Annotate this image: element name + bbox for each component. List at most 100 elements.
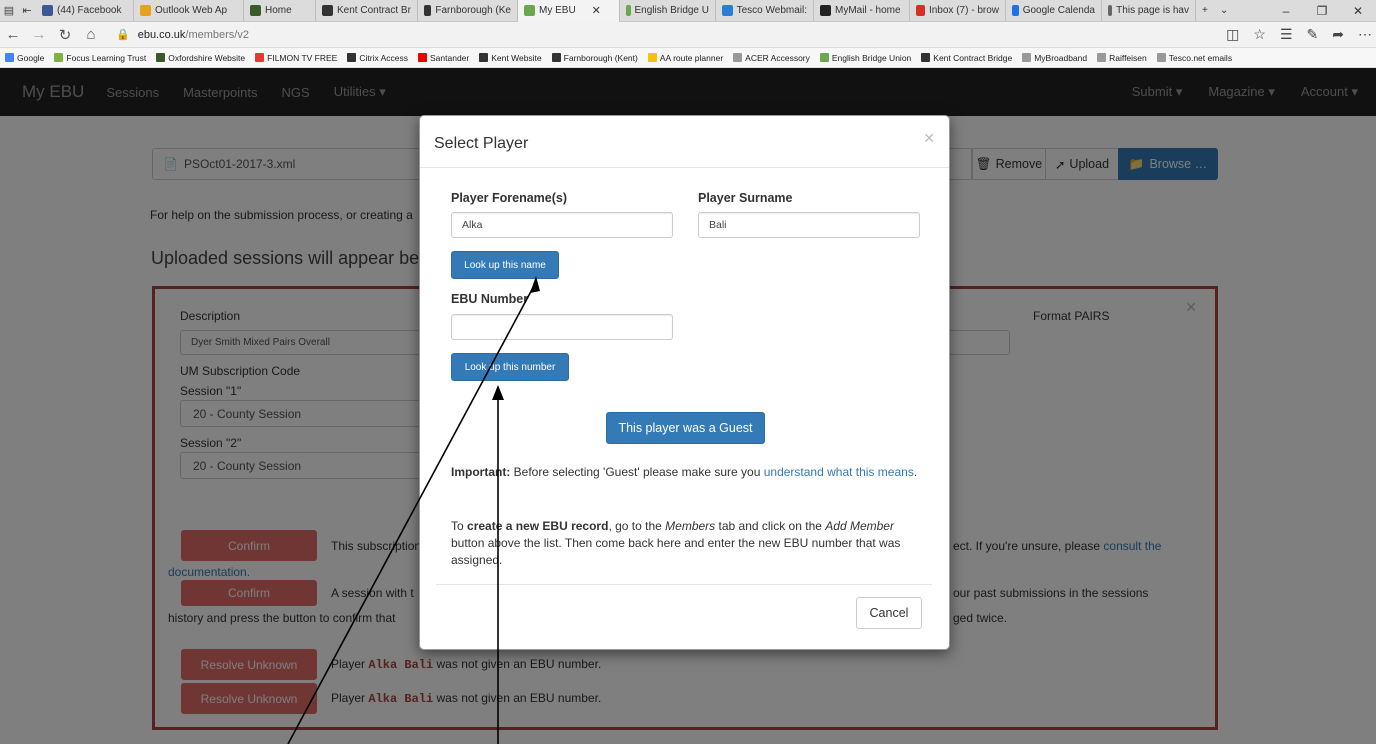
favorite-icon	[54, 53, 64, 62]
lookup-number-button[interactable]: Look up this number	[451, 353, 569, 381]
modal-title: Select Player	[434, 135, 529, 152]
important-note: Important: Before selecting 'Guest' plea…	[451, 465, 918, 479]
browser-tab[interactable]: Inbox (7) - brow	[910, 0, 1006, 22]
favorite-label: Citrix Access	[359, 52, 409, 63]
create-add: Add Member	[825, 519, 894, 533]
favorites-hub-icon[interactable]: ☰	[1280, 26, 1293, 43]
tab-favicon-icon	[42, 5, 53, 16]
tab-label: My EBU	[539, 5, 576, 16]
tab-close-icon[interactable]: ✕	[592, 4, 601, 17]
cancel-button[interactable]: Cancel	[856, 597, 922, 629]
browser-tab[interactable]: English Bridge U	[620, 0, 716, 22]
favorite-icon	[347, 53, 357, 62]
favorite-link[interactable]: Kent Website	[479, 52, 542, 63]
forename-input[interactable]: Alka	[451, 212, 673, 238]
address-bar: ← → ↻ ⌂ 🔒 ebu.co.uk/members/v2 ◫ ☆ ☰ ✎ ➦…	[0, 22, 1376, 48]
url-field[interactable]: 🔒 ebu.co.uk/members/v2	[116, 28, 249, 42]
favorite-label: Focus Learning Trust	[66, 52, 147, 63]
tab-favicon-icon	[524, 5, 535, 16]
favorite-icon	[647, 53, 657, 62]
favorite-link[interactable]: MyBroadband	[1022, 53, 1087, 63]
browser-tab[interactable]: Farnborough (Ke	[418, 0, 518, 22]
browser-tab[interactable]: Outlook Web Ap	[134, 0, 244, 22]
tab-label: Outlook Web Ap	[155, 5, 228, 16]
tab-label: This page is hav	[1116, 5, 1189, 16]
ebu-number-input[interactable]	[451, 314, 673, 340]
favorite-icon	[418, 53, 428, 62]
tab-favicon-icon	[626, 5, 631, 16]
favorite-star-icon[interactable]: ☆	[1253, 26, 1266, 43]
new-tab-icon[interactable]: +	[1202, 5, 1208, 16]
home-icon[interactable]: ⌂	[78, 26, 104, 43]
modal-header: Select Player ✕	[420, 116, 949, 168]
favorite-label: English Bridge Union	[831, 52, 912, 63]
browser-tab[interactable]: MyMail - home	[814, 0, 910, 22]
favorite-link[interactable]: FILMON TV FREE	[255, 53, 337, 63]
favorite-icon	[1022, 53, 1032, 62]
create-mid2: tab and click on the	[718, 519, 822, 533]
restore-icon[interactable]: ❐	[1304, 4, 1340, 18]
favorite-icon	[551, 53, 561, 62]
tab-label: English Bridge U	[634, 5, 709, 16]
modal-close-icon[interactable]: ✕	[923, 130, 935, 147]
favorite-label: Santander	[430, 52, 470, 63]
browser-tab[interactable]: Kent Contract Br	[316, 0, 418, 22]
surname-label: Player Surname	[698, 191, 793, 205]
guest-button[interactable]: This player was a Guest	[606, 412, 765, 444]
tab-label: Farnborough (Ke	[435, 5, 511, 16]
favorites-bar: Google Focus Learning Trust Oxfordshire We…	[0, 48, 1376, 68]
favorite-link[interactable]: Raiffeisen	[1097, 53, 1147, 63]
tab-label: Home	[265, 5, 292, 16]
favorite-link[interactable]: English Bridge Union	[819, 52, 912, 63]
favorite-icon	[1097, 53, 1107, 62]
favorite-label: Oxfordshire Website	[168, 52, 246, 63]
refresh-icon[interactable]: ↻	[52, 26, 78, 44]
tab-favicon-icon	[916, 5, 925, 16]
close-window-icon[interactable]: ✕	[1340, 4, 1376, 18]
favorite-link[interactable]: Google	[5, 53, 44, 63]
browser-tab[interactable]: Home	[244, 0, 316, 22]
tab-label: Google Calenda	[1022, 5, 1095, 16]
favorite-label: MyBroadband	[1034, 52, 1088, 63]
create-record-note: To create a new EBU record, go to the Me…	[451, 518, 921, 569]
favorite-link[interactable]: Oxfordshire Website	[156, 53, 245, 63]
favorite-link[interactable]: Kent Contract Bridge	[921, 53, 1012, 63]
tab-favicon-icon	[1108, 5, 1113, 16]
browser-tab[interactable]: Google Calenda	[1006, 0, 1102, 22]
pen-icon[interactable]: ✎	[1307, 26, 1319, 43]
browser-tab[interactable]: This page is hav	[1102, 0, 1196, 22]
favorite-link[interactable]: Santander	[418, 53, 469, 63]
browser-tab[interactable]: My EBU ✕	[518, 0, 620, 22]
share-icon[interactable]: ➦	[1332, 26, 1344, 43]
favorite-link[interactable]: Citrix Access	[347, 53, 408, 63]
favorite-link[interactable]: Tesco.net emails	[1156, 53, 1232, 63]
favorite-link[interactable]: AA route planner	[647, 53, 723, 63]
set-tabs-aside-icon[interactable]: ⇤	[18, 4, 36, 17]
minimize-icon[interactable]: –	[1268, 4, 1304, 18]
favorite-label: FILMON TV FREE	[267, 52, 338, 63]
understand-link[interactable]: understand what this means	[764, 465, 914, 479]
tab-favicon-icon	[250, 5, 261, 16]
tab-favicon-icon	[140, 5, 151, 16]
favorite-icon	[733, 53, 743, 62]
back-icon[interactable]: ←	[0, 26, 26, 43]
modal-footer	[436, 584, 932, 585]
lookup-name-button[interactable]: Look up this name	[451, 251, 559, 279]
browser-tab[interactable]: Tesco Webmail:	[716, 0, 814, 22]
tab-label: (44) Facebook	[57, 5, 122, 16]
tab-label: Kent Contract Br	[337, 5, 411, 16]
more-icon[interactable]: ⋯	[1358, 26, 1372, 43]
favorite-link[interactable]: Farnborough (Kent)	[551, 53, 638, 63]
tab-preview-icon[interactable]: ▤	[0, 4, 18, 17]
reading-view-icon[interactable]: ◫	[1226, 26, 1239, 43]
favorite-link[interactable]: Focus Learning Trust	[54, 53, 146, 63]
favorite-link[interactable]: ACER Accessory	[733, 53, 810, 63]
favorite-icon	[1156, 53, 1166, 62]
create-members: Members	[665, 519, 716, 533]
favorite-label: Kent Website	[491, 52, 542, 63]
tab-list-chevron-icon[interactable]: ⌄	[1220, 5, 1228, 16]
forward-icon[interactable]: →	[26, 26, 52, 43]
surname-input[interactable]: Bali	[698, 212, 920, 238]
favorite-icon	[921, 53, 931, 62]
browser-tab[interactable]: (44) Facebook	[36, 0, 134, 22]
